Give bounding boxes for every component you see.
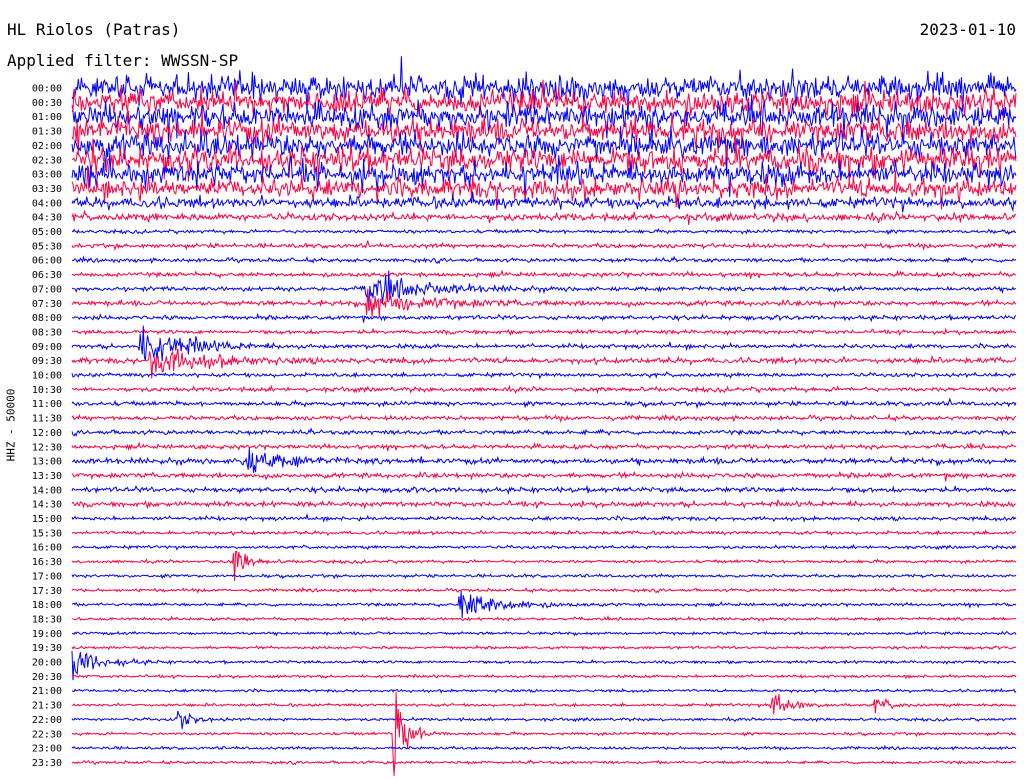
trace-row-0630 <box>71 269 1017 279</box>
row-time-label: 05:30 <box>32 241 62 252</box>
trace-row-1700 <box>71 573 1017 580</box>
trace-row-1430 <box>71 498 1017 510</box>
row-time-label: 20:30 <box>32 672 62 683</box>
row-time-label: 02:30 <box>32 155 62 166</box>
trace-row-1530 <box>71 528 1017 537</box>
row-time-label: 17:30 <box>32 586 62 597</box>
trace-row-2300 <box>71 744 1017 752</box>
row-time-label: 07:00 <box>32 284 62 295</box>
trace-row-1600 <box>71 544 1017 551</box>
row-time-label: 08:30 <box>32 327 62 338</box>
row-time-label: 23:00 <box>32 744 62 755</box>
row-time-label: 08:00 <box>32 313 62 324</box>
trace-row-1800 <box>71 591 1017 619</box>
row-time-label: 18:00 <box>32 600 62 611</box>
row-time-label: 14:00 <box>32 485 62 496</box>
trace-row-1200 <box>71 427 1017 437</box>
row-time-label: 10:30 <box>32 385 62 396</box>
row-time-label: 19:30 <box>32 643 62 654</box>
row-time-label: 09:30 <box>32 356 62 367</box>
row-time-label: 00:00 <box>32 84 62 95</box>
trace-row-1900 <box>71 630 1017 637</box>
row-time-label: 18:30 <box>32 614 62 625</box>
row-time-label: 21:30 <box>32 701 62 712</box>
row-time-label: 10:00 <box>32 371 62 382</box>
trace-row-2100 <box>71 687 1017 694</box>
trace-row-1930 <box>71 644 1017 651</box>
row-time-label: 11:00 <box>32 399 62 410</box>
trace-row-1100 <box>71 397 1017 410</box>
trace-row-1500 <box>71 512 1017 523</box>
row-time-label: 19:00 <box>32 629 62 640</box>
row-time-label: 02:00 <box>32 141 62 152</box>
row-time-label: 04:00 <box>32 198 62 209</box>
row-time-label: 22:00 <box>32 715 62 726</box>
row-time-label: 01:00 <box>32 112 62 123</box>
trace-row-0800 <box>71 312 1017 323</box>
row-time-label: 01:30 <box>32 127 62 138</box>
row-time-label: 15:30 <box>32 528 62 539</box>
trace-row-1730 <box>71 586 1017 594</box>
row-time-label: 06:00 <box>32 256 62 267</box>
seismogram-plot: 00:00 00:30 01:00 01:30 02:00 02:30 03:00 03:30… <box>32 56 1017 776</box>
row-time-label: 03:00 <box>32 170 62 181</box>
trace-row-0530 <box>71 239 1017 252</box>
row-time-label: 16:30 <box>32 557 62 568</box>
row-time-label: 04:30 <box>32 213 62 224</box>
row-time-label: 14:30 <box>32 500 62 511</box>
row-time-label: 09:00 <box>32 342 62 353</box>
row-time-label: 00:30 <box>32 98 62 109</box>
row-time-label: 07:30 <box>32 299 62 310</box>
trace-row-1830 <box>71 615 1017 623</box>
row-time-label: 13:00 <box>32 457 62 468</box>
row-time-label: 16:00 <box>32 543 62 554</box>
trace-row-1400 <box>71 484 1017 496</box>
trace-row-1130 <box>71 413 1017 424</box>
trace-row-1230 <box>71 441 1017 452</box>
trace-row-0830 <box>71 327 1017 337</box>
trace-row-1330 <box>71 470 1017 482</box>
row-time-label: 05:00 <box>32 227 62 238</box>
trace-row-0400 <box>71 191 1017 213</box>
row-time-label: 11:30 <box>32 414 62 425</box>
trace-row-2200 <box>71 710 1017 730</box>
row-time-label: 20:00 <box>32 658 62 669</box>
trace-row-0700 <box>71 270 1016 308</box>
row-time-label: 13:30 <box>32 471 62 482</box>
row-time-label: 17:00 <box>32 571 62 582</box>
trace-row-2130 <box>71 694 1017 715</box>
trace-row-0430 <box>71 209 1017 226</box>
row-time-label: 03:30 <box>32 184 62 195</box>
trace-row-0500 <box>71 228 1017 236</box>
row-time-label: 21:00 <box>32 686 62 697</box>
row-time-label: 06:30 <box>32 270 62 281</box>
trace-row-1000 <box>71 370 1017 380</box>
trace-row-2330 <box>71 759 1017 766</box>
row-time-label: 22:30 <box>32 729 62 740</box>
trace-row-2030 <box>71 673 1017 680</box>
row-time-label: 15:00 <box>32 514 62 525</box>
row-time-label: 12:30 <box>32 442 62 453</box>
row-time-label: 12:00 <box>32 428 62 439</box>
trace-row-1030 <box>71 384 1017 395</box>
trace-row-1300 <box>71 447 1017 473</box>
row-time-label: 23:30 <box>32 758 62 769</box>
trace-row-0600 <box>71 255 1017 265</box>
